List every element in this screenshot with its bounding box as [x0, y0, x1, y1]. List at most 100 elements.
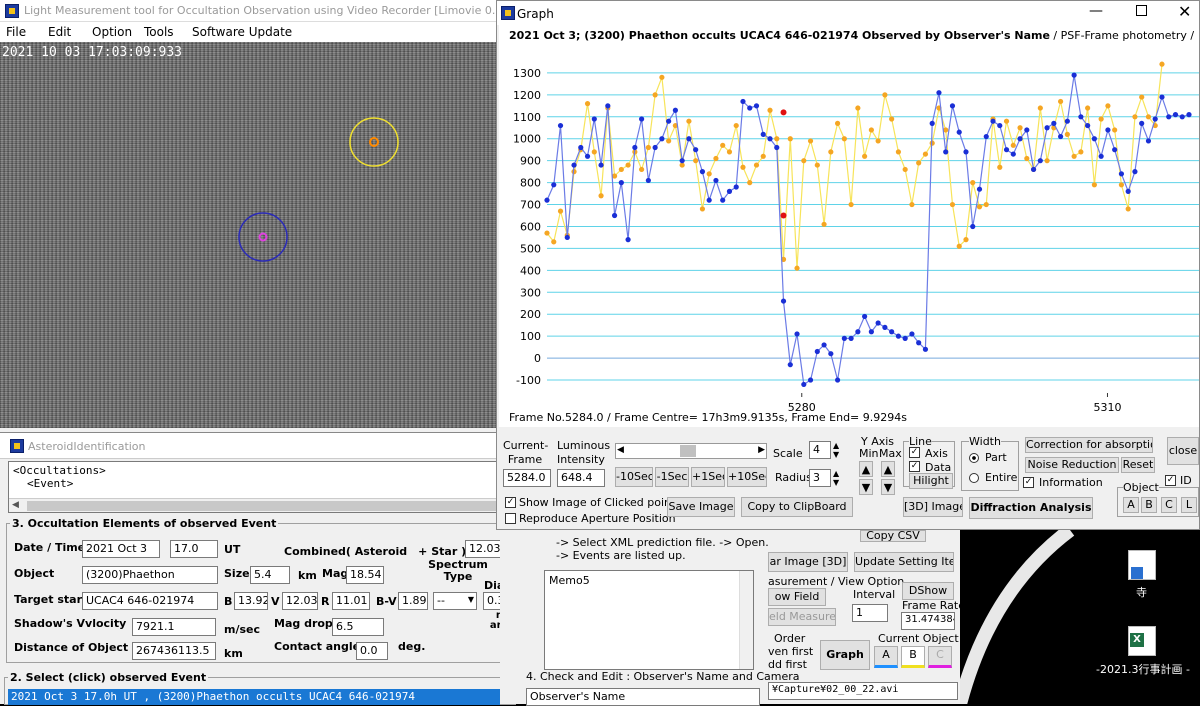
data-point: [794, 265, 800, 271]
slider-right-icon[interactable]: ▶: [758, 445, 765, 455]
reproduce-aperture-checkbox[interactable]: [505, 513, 516, 524]
copy-csv-button[interactable]: Copy CSV: [860, 530, 926, 542]
graph-button[interactable]: Graph: [820, 640, 870, 670]
maximize-icon[interactable]: [1136, 5, 1147, 16]
menu-option[interactable]: Option: [92, 25, 132, 39]
event-tree[interactable]: <Occultations> <Event> ◀: [8, 461, 498, 513]
scale-spin-icon[interactable]: ▲ ▼: [833, 441, 839, 459]
object-a-toggle[interactable]: A: [1123, 497, 1139, 513]
memo-scrollbar[interactable]: [739, 571, 753, 669]
close-button[interactable]: close: [1167, 437, 1199, 465]
update-setting-button[interactable]: Update Setting Items: [854, 552, 954, 572]
scroll-left-icon[interactable]: ◀: [12, 500, 19, 510]
size-field[interactable]: 5.4: [250, 566, 290, 584]
data-point: [970, 180, 976, 186]
y-max-down-button[interactable]: ▼: [881, 479, 895, 495]
shortcut-file-icon[interactable]: [1128, 550, 1156, 580]
object-field[interactable]: (3200)Phaethon: [82, 566, 218, 584]
save-image-button[interactable]: Save Image: [667, 497, 735, 517]
event-list-row-selected[interactable]: 2021 Oct 3 17.0h UT , (3200)Phaethon occ…: [8, 689, 500, 705]
radius-field[interactable]: 3: [809, 469, 831, 487]
velocity-field[interactable]: 7921.1: [132, 618, 216, 636]
excel-file-label[interactable]: -2021.3行事計画 -: [1096, 661, 1190, 677]
desktop-wallpaper-arc: [960, 530, 1075, 704]
axis-checkbox[interactable]: ✓: [909, 447, 920, 458]
menu-edit[interactable]: Edit: [48, 25, 71, 39]
show-field-button[interactable]: ow Field: [768, 588, 826, 606]
light-curve-chart[interactable]: 1300120011001000900800700600500400300200…: [499, 45, 1199, 417]
v-field[interactable]: 12.03: [282, 592, 318, 610]
excel-file-icon[interactable]: X: [1128, 626, 1156, 656]
id-checkbox[interactable]: ✓: [1165, 475, 1176, 486]
b-field[interactable]: 13.92: [234, 592, 268, 610]
ar-image-3d-button[interactable]: ar Image [3D]: [768, 552, 848, 572]
close-icon[interactable]: ✕: [1178, 2, 1191, 21]
video-frame[interactable]: 2021 10 03 17:03:09:933: [0, 42, 497, 428]
memo-box[interactable]: Memo5: [544, 570, 754, 670]
mag-field[interactable]: 18.54: [346, 566, 384, 584]
object-l-toggle[interactable]: L: [1181, 497, 1197, 513]
show-image-checkbox[interactable]: ✓: [505, 497, 516, 508]
contact-angle-field[interactable]: 0.0: [356, 642, 388, 660]
odd-first-option[interactable]: dd first: [768, 658, 807, 671]
target-star-field[interactable]: UCAC4 646-021974: [82, 592, 218, 610]
diffraction-analysis-button[interactable]: Diffraction Analysis: [969, 497, 1093, 519]
information-checkbox[interactable]: ✓: [1023, 477, 1034, 488]
data-checkbox[interactable]: ✓: [909, 461, 920, 472]
distance-field[interactable]: 267436113.5: [132, 642, 216, 660]
interval-field[interactable]: 1: [852, 604, 888, 622]
limovie-app-icon: [5, 4, 19, 18]
correction-absorption-button[interactable]: Correction for absorption: [1025, 437, 1153, 453]
frame-rate-field[interactable]: 31.474384: [901, 612, 955, 630]
noise-reduction-button[interactable]: Noise Reduction: [1025, 457, 1119, 473]
tree-event[interactable]: <Event>: [27, 477, 73, 490]
r-field[interactable]: 11.01: [332, 592, 370, 610]
spectrum-select[interactable]: -- ▼: [433, 592, 477, 610]
object-c-button[interactable]: C: [928, 646, 952, 668]
menu-software-update[interactable]: Software Update: [192, 25, 292, 39]
object-b-button[interactable]: B: [901, 646, 925, 668]
data-point: [1085, 122, 1091, 129]
magdrop-field[interactable]: 6.5: [332, 618, 384, 636]
capture-path-field[interactable]: ¥Capture¥02_00_22.avi: [768, 682, 958, 700]
image-3d-button[interactable]: [3D] Image: [903, 497, 963, 517]
slider-left-icon[interactable]: ◀: [617, 445, 624, 455]
date-field[interactable]: 2021 Oct 3: [82, 540, 160, 558]
shortcut-label[interactable]: 寺: [1136, 584, 1147, 600]
menu-file[interactable]: File: [6, 25, 26, 39]
y-max-up-button[interactable]: ▲: [881, 461, 895, 477]
object-c-toggle[interactable]: C: [1161, 497, 1177, 513]
reset-button[interactable]: Reset: [1121, 457, 1155, 473]
scroll-thumb[interactable]: [27, 501, 497, 511]
bv-field[interactable]: 1.89: [398, 592, 428, 610]
menu-tools[interactable]: Tools: [144, 25, 174, 39]
y-min-up-button[interactable]: ▲: [859, 461, 873, 477]
minus-10sec-button[interactable]: -10Sec: [615, 467, 653, 487]
chevron-down-icon[interactable]: ▼: [468, 595, 474, 604]
object-b-toggle[interactable]: B: [1141, 497, 1157, 513]
y-min-down-button[interactable]: ▼: [859, 479, 873, 495]
scale-field[interactable]: 4: [809, 441, 831, 459]
time-field[interactable]: 17.0: [170, 540, 218, 558]
tree-horizontal-scrollbar[interactable]: ◀: [9, 498, 497, 512]
luminous-intensity-field[interactable]: 648.4: [557, 469, 605, 487]
dshow-button[interactable]: DShow: [902, 582, 954, 600]
even-first-option[interactable]: ven first: [768, 645, 813, 658]
hilight-button[interactable]: Hilight: [909, 473, 953, 489]
slider-thumb[interactable]: [680, 445, 696, 457]
entire-radio[interactable]: [969, 473, 979, 483]
minus-1sec-button[interactable]: -1Sec: [655, 467, 689, 487]
minimize-icon[interactable]: —: [1089, 3, 1103, 19]
part-radio[interactable]: [969, 453, 979, 463]
plus-1sec-button[interactable]: +1Sec: [691, 467, 725, 487]
observer-name-field[interactable]: Observer's Name: [526, 688, 760, 706]
tree-occultations[interactable]: <Occultations>: [13, 464, 106, 477]
graph-plot-area[interactable]: 2021 Oct 3; (3200) Phaethon occults UCAC…: [499, 25, 1199, 427]
current-frame-field[interactable]: 5284.0: [503, 469, 551, 487]
plus-10sec-button[interactable]: +10Sec: [727, 467, 767, 487]
field-measure-button[interactable]: eld Measure: [768, 608, 836, 626]
radius-spin-icon[interactable]: ▲ ▼: [833, 469, 839, 487]
copy-clipboard-button[interactable]: Copy to ClipBoard: [741, 497, 853, 517]
object-a-button[interactable]: A: [874, 646, 898, 668]
frame-slider[interactable]: ◀ ▶: [615, 443, 767, 459]
